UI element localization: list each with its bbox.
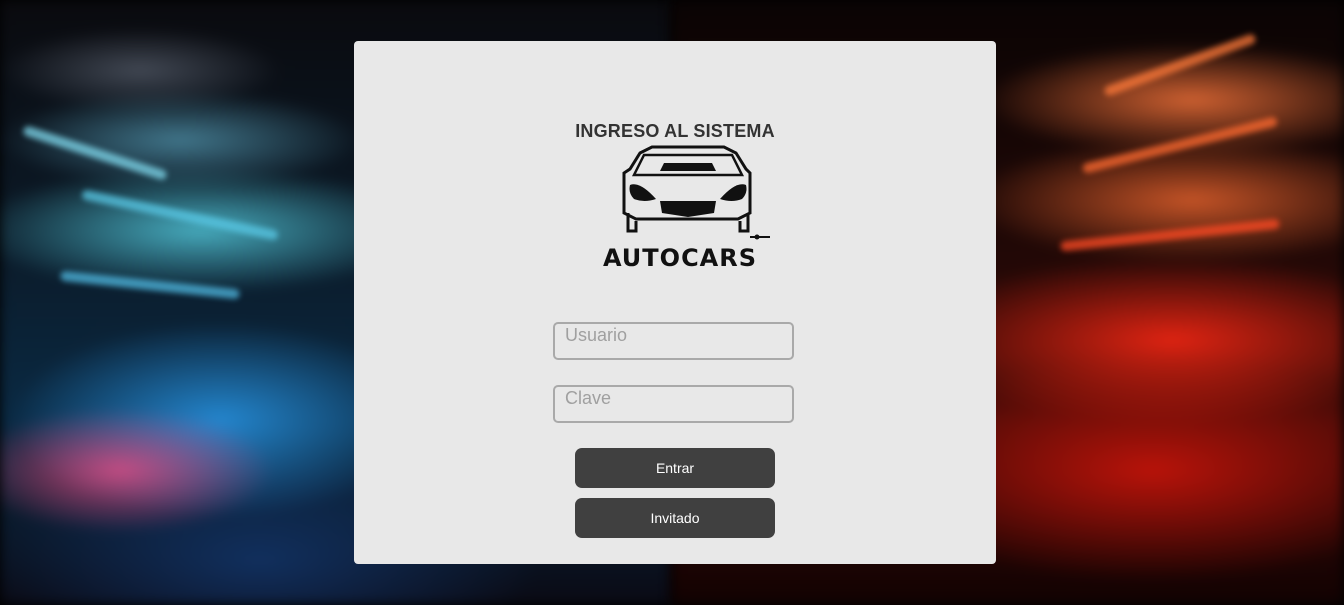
brand-name: AUTOCARS [602,244,758,272]
username-input[interactable] [553,322,794,360]
guest-button[interactable]: Invitado [575,498,775,538]
page-title: INGRESO AL SISTEMA [575,121,775,141]
password-input[interactable] [553,385,794,423]
login-panel: INGRESO AL SISTEMA AUTOCARS Entrar Invit… [354,41,996,564]
enter-button[interactable]: Entrar [575,448,775,488]
